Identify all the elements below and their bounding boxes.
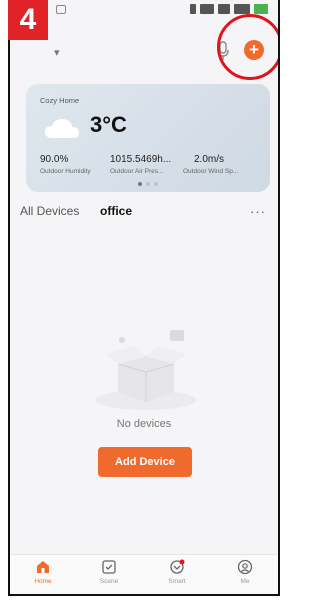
humidity-label: Outdoor Humidity (40, 168, 91, 175)
phone-screen: ▾ + Cozy Home 3°C 90.0% 1015.5469h... 2.… (8, 0, 280, 596)
bottom-nav: Home Scene Smart Me (10, 554, 278, 594)
carousel-dot (146, 182, 150, 186)
carousel-dot (138, 182, 142, 186)
wifi-icon (218, 4, 230, 14)
nav-label: Smart (168, 578, 186, 585)
scene-icon (102, 560, 116, 574)
nav-label: Scene (99, 578, 119, 585)
home-icon (37, 561, 49, 573)
step-badge: 4 (8, 0, 48, 40)
tab-all-devices[interactable]: All Devices (20, 204, 79, 218)
nav-label: Home (34, 578, 52, 585)
notification-icon (56, 5, 66, 14)
nfc-icon (200, 4, 214, 14)
add-device-button[interactable]: Add Device (98, 447, 192, 477)
wind-speed-value: 2.0m/s (194, 154, 225, 165)
carousel-dot (154, 182, 158, 186)
nav-scene[interactable]: Scene (84, 559, 134, 585)
more-icon[interactable]: ··· (250, 204, 266, 219)
weather-home-name: Cozy Home (40, 96, 80, 105)
humidity-value: 90.0% (40, 154, 69, 165)
room-tabs: All Devices office ··· (10, 204, 278, 224)
tab-office[interactable]: office (100, 204, 132, 218)
carousel-dots (26, 182, 270, 186)
empty-box-illustration (96, 330, 196, 410)
temperature: 3°C (90, 112, 127, 137)
signal-icon (234, 4, 250, 14)
nav-label: Me (240, 578, 250, 585)
cloud-icon (45, 119, 79, 138)
empty-state-message: No devices (116, 418, 172, 430)
me-icon (237, 559, 253, 575)
highlight-circle (217, 14, 278, 80)
air-pressure-value: 1015.5469h... (110, 154, 172, 165)
bluetooth-icon (190, 4, 196, 14)
smart-icon (170, 559, 185, 574)
battery-icon (254, 4, 268, 14)
nav-home[interactable]: Home (18, 559, 68, 585)
nav-me[interactable]: Me (220, 559, 270, 585)
screenshot-frame: ▾ + Cozy Home 3°C 90.0% 1015.5469h... 2.… (0, 0, 287, 604)
air-pressure-label: Outdoor Air Pres... (110, 168, 164, 175)
wind-speed-label: Outdoor Wind Sp... (183, 168, 239, 175)
chevron-down-icon: ▾ (54, 47, 60, 59)
status-icons (190, 4, 268, 14)
nav-smart[interactable]: Smart (152, 559, 202, 585)
home-selector[interactable]: ▾ (54, 46, 60, 59)
weather-card[interactable]: Cozy Home 3°C 90.0% 1015.5469h... 2.0m/s… (26, 84, 270, 192)
